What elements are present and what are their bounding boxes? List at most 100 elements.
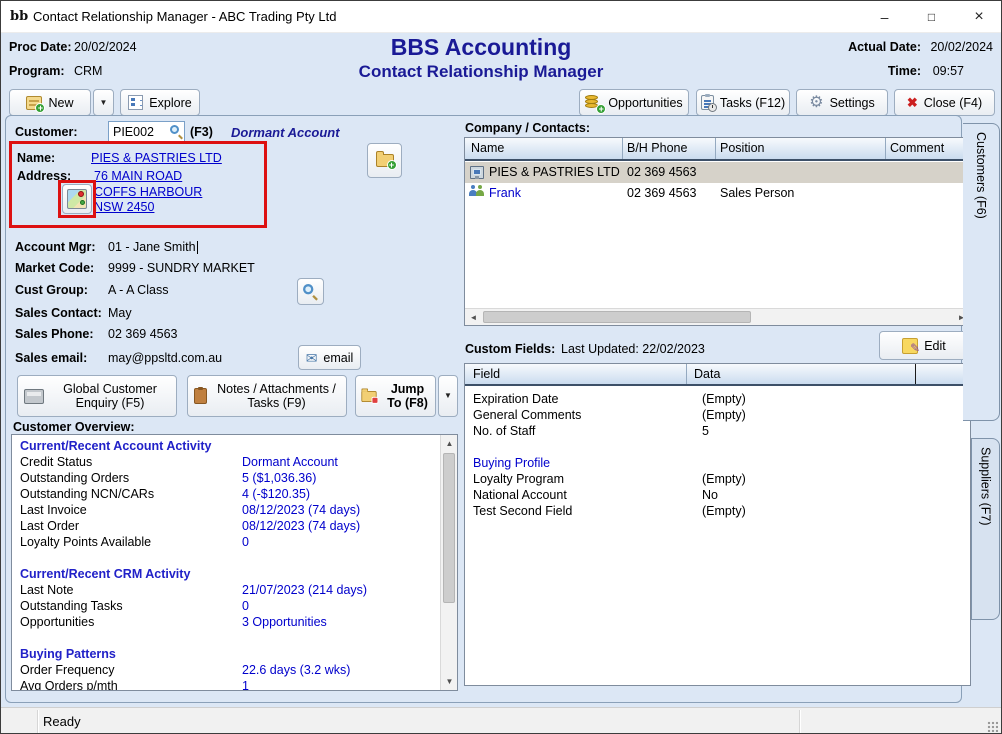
new-contact-folder-button[interactable]: + (367, 143, 402, 178)
overview-section-heading: Current/Recent CRM Activity (20, 567, 435, 583)
map-button[interactable] (62, 184, 92, 214)
contact-position: Sales Person (720, 186, 794, 200)
overview-vertical-scrollbar[interactable]: ▲ ▼ (440, 435, 457, 690)
time-value: 09:57 (933, 64, 964, 78)
overview-content: Current/Recent Account Activity Credit S… (20, 439, 435, 691)
scrollbar-thumb[interactable] (443, 453, 455, 603)
customer-f3-hint: (F3) (190, 125, 213, 139)
status-text: Ready (43, 708, 81, 734)
actual-date-label: Actual Date: (848, 40, 921, 54)
settings-button[interactable]: ⚙ Settings (796, 89, 888, 116)
new-form-icon: + (26, 96, 42, 110)
col-name[interactable]: Name (471, 141, 504, 155)
actual-date-value: 20/02/2024 (930, 40, 993, 54)
custom-field-row[interactable]: Buying Profile (473, 456, 962, 472)
col-comment[interactable]: Comment (890, 141, 944, 155)
sales-phone-value: 02 369 4563 (108, 327, 178, 341)
customer-label: Customer: (15, 125, 78, 139)
custom-field-row[interactable]: National AccountNo (473, 488, 962, 504)
company-icon (470, 166, 484, 179)
jump-to-label: Jump To (F8) (384, 382, 431, 410)
contact-phone: 02 369 4563 (627, 165, 697, 179)
close-f4-button[interactable]: ✖ Close (F4) (894, 89, 995, 116)
custom-field-row[interactable]: No. of Staff5 (473, 424, 962, 440)
contact-name: PIES & PASTRIES LTD (489, 165, 620, 179)
tasks-button[interactable]: Tasks (F12) (696, 89, 790, 116)
close-window-button[interactable]: × (955, 1, 1002, 33)
overview-row: Outstanding Tasks0 (20, 599, 435, 615)
opportunities-coins-icon: + (585, 95, 602, 110)
opportunities-button-label: Opportunities (608, 96, 682, 110)
new-dropdown-button[interactable]: ▼ (93, 89, 114, 116)
jump-to-dropdown-button[interactable]: ▼ (438, 375, 458, 417)
overview-spacer (20, 551, 435, 567)
settings-icon: ⚙ (809, 95, 823, 111)
app-window: bb Contact Relationship Manager - ABC Tr… (0, 0, 1002, 734)
sales-email-label: Sales email: (15, 351, 87, 365)
opportunities-button[interactable]: + Opportunities (579, 89, 689, 116)
resize-grip[interactable] (987, 721, 998, 732)
tab-suppliers[interactable]: Suppliers (F7) (971, 438, 1000, 620)
tab-customers-label: Customers (F6) (974, 132, 988, 219)
overview-row: Outstanding Orders5 ($1,036.36) (20, 471, 435, 487)
close-x-icon: ✖ (907, 96, 918, 109)
minimize-button[interactable]: – (861, 1, 908, 33)
scroll-up-button[interactable]: ▲ (441, 435, 458, 452)
contact-row-company[interactable]: PIES & PASTRIES LTD 02 369 4563 (465, 162, 970, 183)
custom-field-row[interactable]: Test Second Field(Empty) (473, 504, 962, 520)
address-line-2-link[interactable]: COFFS HARBOUR (94, 185, 202, 199)
customer-name-link[interactable]: PIES & PASTRIES LTD (91, 151, 222, 165)
jump-to-folders-icon (361, 390, 376, 401)
edit-button-label: Edit (924, 339, 946, 353)
sales-contact-label: Sales Contact: (15, 306, 102, 320)
col-position[interactable]: Position (720, 141, 764, 155)
custom-field-row[interactable]: General Comments(Empty) (473, 408, 962, 424)
address-line-1-link[interactable]: 76 MAIN ROAD (94, 169, 182, 183)
jump-to-button[interactable]: Jump To (F8) (355, 375, 436, 417)
folder-add-icon: + (376, 154, 394, 167)
custom-field-row[interactable]: Loyalty Program(Empty) (473, 472, 962, 488)
contacts-table: Name B/H Phone Position Comment PIES & P… (464, 137, 971, 326)
edit-button[interactable]: ✎ Edit (879, 331, 969, 360)
close-icon: × (974, 9, 983, 25)
col-field[interactable]: Field (473, 367, 500, 381)
custom-field-row[interactable]: Expiration Date(Empty) (473, 392, 962, 408)
overview-section-heading: Current/Recent Account Activity (20, 439, 435, 455)
cust-group-label: Cust Group: (15, 283, 88, 297)
company-contacts-label: Company / Contacts: (465, 121, 590, 135)
status-bar: Ready (1, 707, 1001, 734)
overview-row: Credit StatusDormant Account (20, 455, 435, 471)
text-cursor (197, 241, 198, 254)
settings-button-label: Settings (830, 96, 875, 110)
customer-code-input[interactable]: PIE002 (108, 121, 185, 143)
global-enquiry-button[interactable]: Global Customer Enquiry (F5) (17, 375, 177, 417)
contact-row-person[interactable]: Frank 02 369 4563 Sales Person (465, 183, 970, 204)
account-mgr-label: Account Mgr: (15, 240, 96, 254)
scroll-left-button[interactable]: ◄ (465, 309, 482, 326)
scrollbar-thumb[interactable] (483, 311, 751, 323)
maximize-button[interactable]: □ (908, 1, 955, 33)
explore-button[interactable]: Explore (120, 89, 200, 116)
custom-fields-last-updated: Last Updated: 22/02/2023 (561, 342, 705, 356)
contact-phone: 02 369 4563 (627, 186, 697, 200)
contact-name: Frank (489, 186, 521, 200)
sales-contact-value: May (108, 306, 132, 320)
scroll-down-button[interactable]: ▼ (441, 673, 458, 690)
customer-overview-label: Customer Overview: (13, 420, 135, 434)
new-button[interactable]: + New (9, 89, 91, 116)
notes-attachments-button[interactable]: Notes / Attachments / Tasks (F9) (187, 375, 347, 417)
contacts-horizontal-scrollbar[interactable]: ◄ ► (465, 308, 970, 325)
customer-search-icon[interactable] (170, 125, 183, 138)
cust-group-search-button[interactable] (297, 278, 324, 305)
overview-row: Loyalty Points Available0 (20, 535, 435, 551)
chevron-down-icon: ▼ (444, 392, 452, 400)
col-bh-phone[interactable]: B/H Phone (627, 141, 687, 155)
sales-phone-label: Sales Phone: (15, 327, 94, 341)
address-line-3-link[interactable]: NSW 2450 (94, 200, 154, 214)
customer-overview-panel: Current/Recent Account Activity Credit S… (11, 434, 458, 691)
explore-button-label: Explore (149, 96, 191, 110)
tab-customers[interactable]: Customers (F6) (963, 123, 1000, 421)
col-data[interactable]: Data (694, 367, 720, 381)
account-mgr-value[interactable]: 01 - Jane Smith (108, 240, 198, 254)
email-button[interactable]: ✉ email (298, 345, 361, 370)
